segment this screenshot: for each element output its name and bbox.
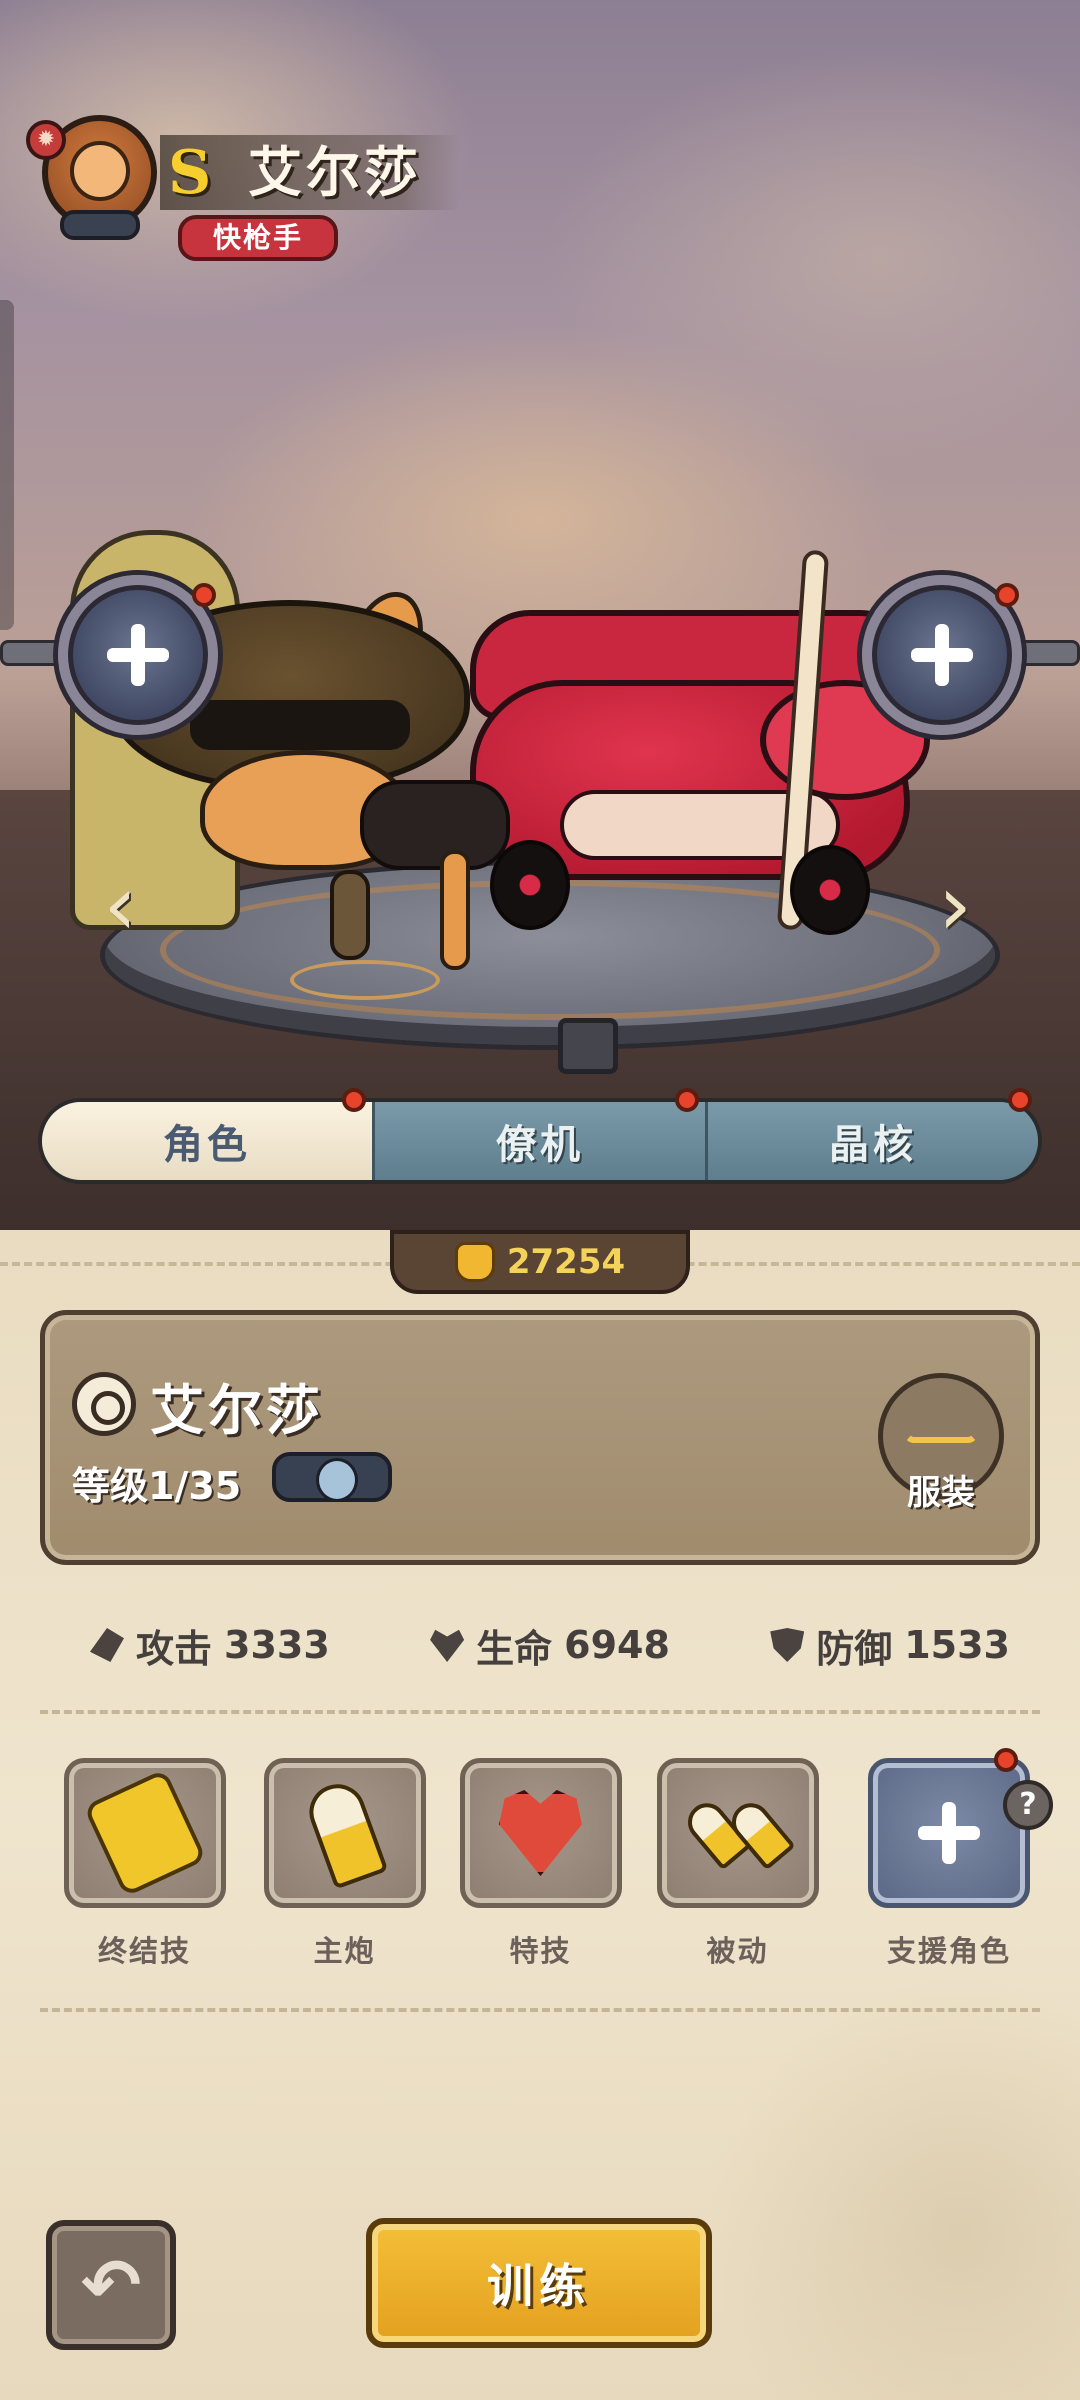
attack-icon xyxy=(90,1628,124,1662)
stat-defense: 防御 1533 xyxy=(770,1620,1010,1671)
tab-label: 晶核 xyxy=(829,1122,917,1168)
section-tabs: 角色 僚机 晶核 xyxy=(38,1088,1042,1184)
wings-badge-icon xyxy=(60,210,140,240)
skill-label: 终结技 xyxy=(97,1934,191,1968)
skill-slot[interactable] xyxy=(656,1758,819,1908)
stat-value: 1533 xyxy=(904,1623,1010,1667)
defense-icon xyxy=(770,1628,805,1662)
rank-badge: S xyxy=(168,138,212,208)
notice-dot xyxy=(192,583,216,607)
skill-label: 主炮 xyxy=(313,1934,376,1968)
tab-wingman[interactable]: 僚机 xyxy=(372,1088,705,1180)
skill-slot[interactable] xyxy=(459,1758,622,1908)
plus-icon xyxy=(107,624,169,686)
hero-scene: ‹ › ✹ S 艾尔莎 快枪手 角色 僚机 晶核 xyxy=(0,0,1080,1230)
next-hero-arrow[interactable]: › xyxy=(925,863,985,947)
notice-dot xyxy=(675,1088,699,1112)
hanger-icon xyxy=(904,1403,978,1443)
notice-dot xyxy=(342,1088,366,1112)
card-hero-name: 艾尔莎 xyxy=(150,1379,324,1442)
skill-main-cannon[interactable]: 主炮 xyxy=(262,1758,427,1970)
fox-character-arm xyxy=(330,870,370,960)
help-icon[interactable]: ? xyxy=(1003,1780,1053,1830)
support-slot[interactable] xyxy=(868,1758,1030,1908)
plus-icon xyxy=(911,624,973,686)
divider xyxy=(40,2008,1040,2012)
stat-label: 攻击 xyxy=(136,1626,213,1671)
tab-core[interactable]: 晶核 xyxy=(705,1088,1038,1180)
gear-icon[interactable]: ✹ xyxy=(26,120,66,160)
skill-ultimate[interactable]: 终结技 xyxy=(62,1758,227,1970)
platform-knob xyxy=(558,1018,618,1074)
skill-label: 特技 xyxy=(509,1934,572,1968)
tab-label: 角色 xyxy=(163,1122,251,1168)
plus-icon xyxy=(918,1802,980,1864)
skill-label: 被动 xyxy=(706,1934,769,1968)
stat-value: 6948 xyxy=(564,1623,670,1667)
power-value: 27254 xyxy=(506,1242,626,1282)
lasso xyxy=(290,960,440,1000)
class-tag: 快枪手 xyxy=(178,215,338,261)
life-icon xyxy=(430,1629,465,1662)
notice-dot xyxy=(1008,1088,1032,1112)
skills-row: 终结技 主炮 特技 被动 支援角色 xyxy=(62,1758,1030,1970)
skull-wings-icon xyxy=(272,1452,392,1502)
hero-level: 等级1/35 xyxy=(72,1464,242,1508)
stat-label: 生命 xyxy=(476,1626,553,1671)
skill-passive[interactable]: 被动 xyxy=(655,1758,820,1970)
back-button[interactable]: ↶ xyxy=(46,2220,176,2350)
notice-dot xyxy=(995,583,1019,607)
tab-character[interactable]: 角色 xyxy=(42,1088,372,1180)
prev-hero-arrow[interactable]: ‹ xyxy=(90,863,150,947)
hero-name-title: 艾尔莎 xyxy=(248,141,422,204)
fox-avatar-icon xyxy=(70,141,130,201)
tab-label: 僚机 xyxy=(496,1122,584,1168)
stat-life: 生命 6948 xyxy=(430,1620,670,1671)
stat-value: 3333 xyxy=(224,1623,330,1667)
stats-row: 攻击 3333 生命 6948 防御 1533 xyxy=(90,1620,1010,1671)
power-rating: 27254 xyxy=(390,1230,690,1294)
skill-slot[interactable] xyxy=(263,1758,426,1908)
hat-band xyxy=(190,700,410,750)
divider xyxy=(40,1710,1040,1714)
edge-handle xyxy=(0,300,14,630)
bullet-icon xyxy=(301,1776,388,1890)
skill-special[interactable]: 特技 xyxy=(458,1758,623,1970)
fist-icon xyxy=(454,1242,495,1282)
twin-bullets-icon xyxy=(679,1795,796,1871)
skill-label: 支援角色 xyxy=(886,1934,1011,1968)
plane-wheel xyxy=(790,845,870,935)
stat-attack: 攻击 3333 xyxy=(90,1620,330,1671)
fox-character-leg xyxy=(440,850,470,970)
golden-gun-icon xyxy=(82,1768,207,1898)
heart-icon xyxy=(499,1790,582,1876)
outfit-label: 服装 xyxy=(907,1473,975,1513)
stat-label: 防御 xyxy=(816,1626,893,1671)
notice-dot xyxy=(994,1748,1018,1772)
magnifier-icon[interactable] xyxy=(72,1372,136,1436)
skill-slot[interactable] xyxy=(63,1758,226,1908)
fox-character-body xyxy=(360,780,510,870)
train-button[interactable]: 训练 xyxy=(366,2218,712,2348)
